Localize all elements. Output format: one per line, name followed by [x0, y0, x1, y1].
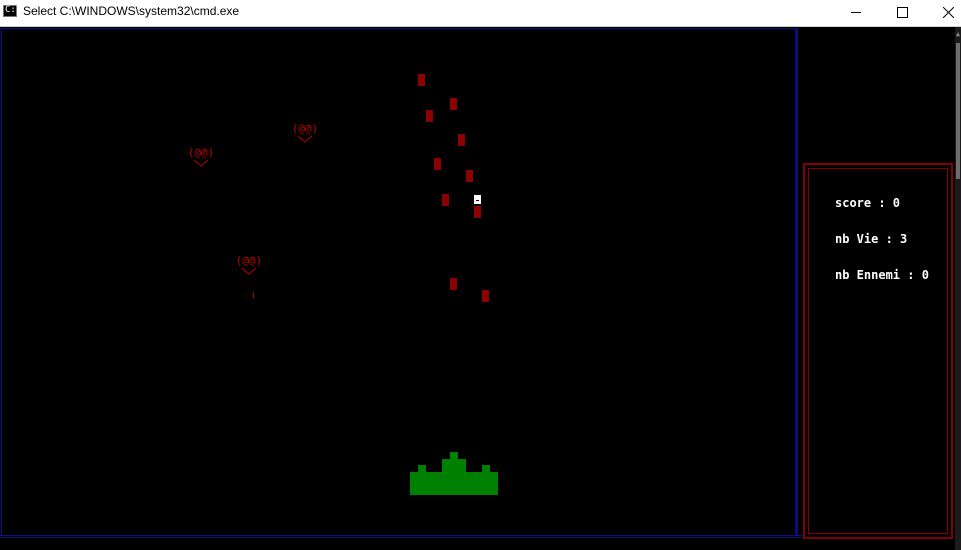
bullet [458, 134, 465, 146]
enemy-body: (@@) [187, 146, 215, 159]
scroll-up-icon[interactable]: ▲ [955, 30, 961, 40]
play-area-divider [795, 28, 797, 536]
maximize-icon[interactable] [879, 0, 925, 26]
cmd-icon[interactable]: C:\ [3, 5, 21, 17]
minimize-icon[interactable] [833, 0, 879, 26]
enemy-count-label: nb Ennemi : 0 [835, 268, 929, 282]
enemy-invader: (@@) [229, 255, 269, 275]
lives-label: nb Vie : 3 [835, 232, 908, 246]
enemy-body: (@@) [235, 254, 263, 267]
play-area-bottom-border [0, 535, 802, 538]
hud-panel: score : 0 nb Vie : 3 nb Ennemi : 0 [803, 163, 953, 539]
hud-inner-border [808, 168, 948, 534]
close-icon[interactable] [925, 0, 961, 26]
enemy-shot [253, 292, 254, 298]
enemy-body: (@@) [291, 122, 319, 135]
player-projectile [474, 195, 481, 204]
vertical-scrollbar[interactable]: ▲ [955, 27, 961, 550]
score-label: score : 0 [835, 196, 901, 210]
bullet [426, 110, 433, 122]
bullet [474, 206, 481, 218]
player-ship [410, 452, 498, 495]
bullet [418, 74, 425, 86]
enemy-chevron-icon [241, 267, 257, 275]
enemy-chevron-icon [297, 135, 313, 143]
bullet [450, 98, 457, 110]
scroll-thumb[interactable] [956, 43, 960, 179]
bullet [442, 194, 449, 206]
bullet [434, 158, 441, 170]
bullet [466, 170, 473, 182]
enemy-invader: (@@) [285, 123, 325, 143]
bullet [450, 278, 457, 290]
play-area-border [1, 28, 798, 536]
enemy-invader: (@@) [181, 147, 221, 167]
bullet [482, 290, 489, 302]
window-title: Select C:\WINDOWS\system32\cmd.exe [23, 4, 240, 18]
enemy-chevron-icon [193, 159, 209, 167]
title-bar[interactable]: C:\ Select C:\WINDOWS\system32\cmd.exe [0, 0, 961, 27]
